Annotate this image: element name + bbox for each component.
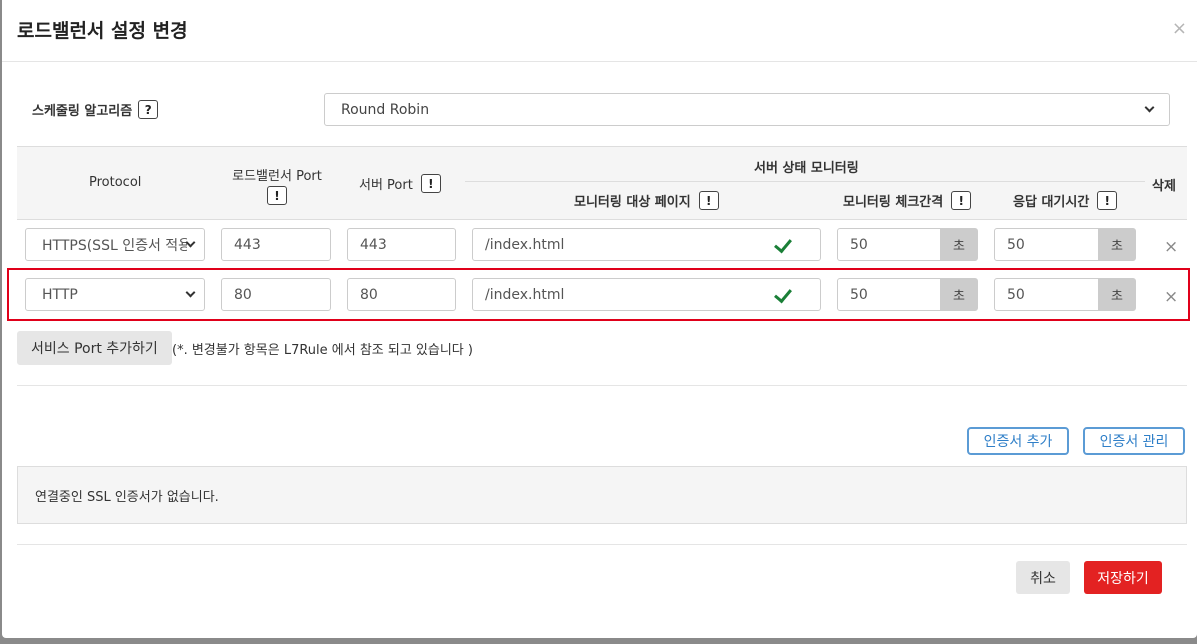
header-protocol: Protocol bbox=[89, 175, 142, 190]
server-port-warning-icon[interactable]: ! bbox=[420, 174, 441, 193]
monitor-page-input[interactable]: /index.html bbox=[472, 228, 821, 261]
monitoring-divider bbox=[465, 181, 1145, 182]
check-interval-input[interactable]: 50 bbox=[837, 228, 941, 261]
monitor-page-warning-icon[interactable]: ! bbox=[698, 191, 719, 210]
check-icon bbox=[774, 234, 792, 254]
close-icon[interactable]: × bbox=[1172, 20, 1187, 38]
manage-certificate-button[interactable]: 인증서 관리 bbox=[1083, 427, 1185, 455]
check-interval-unit: 초 bbox=[940, 228, 978, 261]
scheduling-label: 스케줄링 알고리즘 ? bbox=[32, 100, 159, 119]
cancel-button[interactable]: 취소 bbox=[1016, 561, 1070, 594]
scheduling-algorithm-select[interactable]: Round Robin bbox=[324, 93, 1170, 126]
header-server-port-label: 서버 Port bbox=[359, 178, 413, 193]
header-monitor-page: 모니터링 대상 페이지 ! bbox=[574, 191, 719, 210]
response-wait-input[interactable]: 50 bbox=[994, 228, 1099, 261]
highlight-box bbox=[7, 268, 1190, 321]
footer-divider bbox=[17, 544, 1187, 545]
scheduling-label-text: 스케줄링 알고리즘 bbox=[32, 104, 133, 119]
header-monitor-page-label: 모니터링 대상 페이지 bbox=[574, 195, 691, 210]
header-server-port: 서버 Port ! bbox=[359, 174, 441, 193]
delete-row-icon[interactable]: × bbox=[1164, 237, 1178, 257]
response-wait-unit: 초 bbox=[1098, 228, 1136, 261]
header-lb-port-label: 로드밸런서 Port bbox=[232, 169, 322, 184]
chevron-down-icon bbox=[1144, 102, 1155, 113]
header-monitoring: 서버 상태 모니터링 bbox=[754, 161, 859, 176]
header-delete: 삭제 bbox=[1152, 179, 1176, 194]
lb-port-warning-icon[interactable]: ! bbox=[267, 186, 287, 205]
check-interval-warning-icon[interactable]: ! bbox=[951, 191, 972, 210]
help-icon[interactable]: ? bbox=[138, 100, 159, 119]
header-response-wait: 응답 대기시간 ! bbox=[1013, 191, 1118, 210]
response-wait-warning-icon[interactable]: ! bbox=[1097, 191, 1118, 210]
monitor-page-value: /index.html bbox=[485, 236, 565, 253]
header-check-interval: 모니터링 체크간격 ! bbox=[843, 191, 972, 210]
header-response-wait-label: 응답 대기시간 bbox=[1013, 195, 1090, 210]
save-button[interactable]: 저장하기 bbox=[1084, 561, 1162, 594]
l7rule-note: (*. 변경불가 항목은 L7Rule 에서 참조 되고 있습니다 ) bbox=[172, 343, 473, 358]
modal-title: 로드밸런서 설정 변경 bbox=[17, 20, 188, 42]
protocol-select[interactable]: HTTPS(SSL 인증서 적용 bbox=[25, 228, 205, 261]
lb-port-input[interactable]: 443 bbox=[221, 228, 331, 261]
add-certificate-button[interactable]: 인증서 추가 bbox=[967, 427, 1069, 455]
add-service-port-button[interactable]: 서비스 Port 추가하기 bbox=[17, 331, 172, 365]
server-port-input[interactable]: 443 bbox=[347, 228, 456, 261]
chevron-down-icon bbox=[185, 237, 196, 248]
protocol-select-value: HTTPS(SSL 인증서 적용 bbox=[42, 237, 188, 254]
port-table-header: Protocol 로드밸런서 Port ! 서버 Port ! 서버 상태 모니… bbox=[17, 146, 1187, 220]
ssl-certificate-panel: 연결중인 SSL 인증서가 없습니다. bbox=[17, 466, 1187, 524]
section-divider bbox=[17, 385, 1187, 386]
header-check-interval-label: 모니터링 체크간격 bbox=[843, 195, 944, 210]
ssl-empty-message: 연결중인 SSL 인증서가 없습니다. bbox=[35, 489, 219, 505]
modal-header: 로드밸런서 설정 변경 × bbox=[2, 0, 1197, 62]
header-lb-port: 로드밸런서 Port ! bbox=[222, 165, 332, 205]
scheduling-select-value: Round Robin bbox=[341, 101, 430, 118]
